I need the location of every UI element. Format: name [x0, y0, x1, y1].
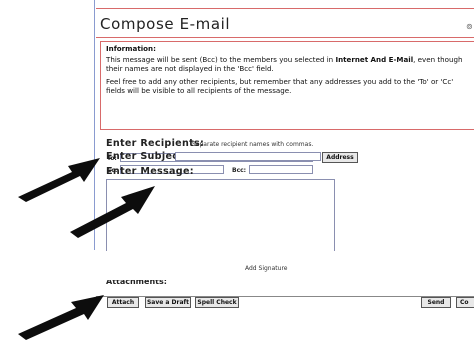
title-divider-bottom	[96, 37, 474, 38]
information-heading: Information:	[106, 44, 156, 53]
page-title: Compose E-mail	[100, 15, 231, 33]
subject-field[interactable]	[175, 152, 321, 161]
send-button[interactable]: Send	[421, 297, 451, 308]
information-paragraph-1: This message will be sent (Bcc) to the m…	[106, 56, 474, 73]
information-paragraph-2: Feel free to add any other recipients, b…	[106, 77, 454, 95]
address-button[interactable]: Address	[322, 152, 358, 163]
info-bold-text: Internet And E-Mail	[335, 55, 414, 65]
bcc-label: Bcc:	[232, 167, 247, 174]
window-left-border	[94, 0, 95, 250]
bcc-field[interactable]	[249, 165, 313, 174]
save-draft-button[interactable]: Save a Draft	[145, 297, 191, 308]
arrow-subject	[18, 158, 100, 202]
message-textarea[interactable]	[106, 179, 335, 251]
title-divider-top	[96, 8, 474, 9]
attach-button[interactable]: Attach	[107, 297, 139, 308]
attachments-heading: Attachments:	[106, 280, 167, 286]
recipients-heading: Enter Recipients:	[106, 138, 205, 149]
cancel-button[interactable]: Co	[456, 297, 474, 308]
spell-check-button[interactable]: Spell Check	[195, 297, 239, 308]
arrow-attach	[18, 295, 104, 340]
add-signature-link[interactable]: Add Signature	[245, 265, 287, 272]
recipients-note: Separate recipient names with commas.	[192, 141, 314, 148]
title-control-icon[interactable]: ⊚	[466, 22, 473, 31]
message-heading: Enter Message:	[106, 166, 194, 177]
information-panel: Information: This message will be sent (…	[100, 41, 474, 130]
